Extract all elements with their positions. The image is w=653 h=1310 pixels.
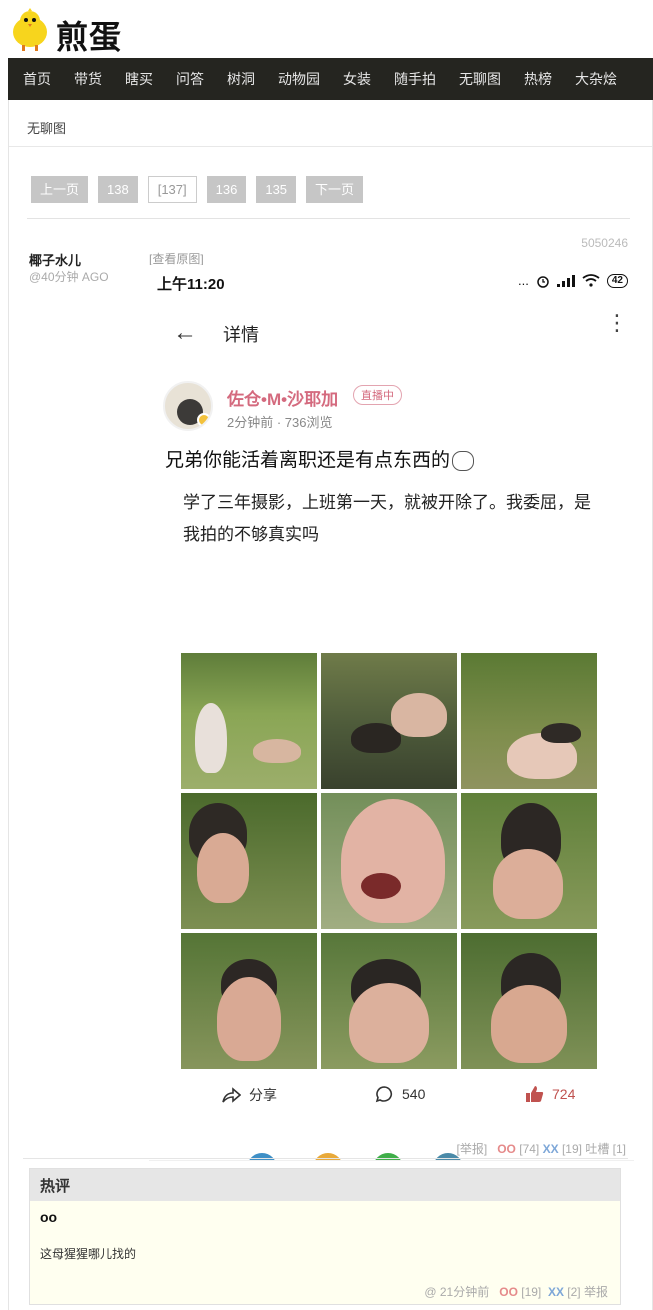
main-nav: 首页 带货 瞎买 问答 树洞 动物园 女装 随手拍 无聊图 热榜 大杂烩 (8, 58, 653, 100)
cat-emoji-icon (452, 450, 475, 471)
post-caption: 兄弟你能活着离职还是有点东西的 (165, 445, 475, 472)
post-meta: 2分钟前 · 736浏览 (227, 415, 333, 430)
nav-item-nvzhuang[interactable]: 女装 (343, 69, 371, 89)
next-page-button[interactable]: 下一页 (306, 176, 364, 203)
back-arrow-icon: ← (173, 319, 197, 346)
comment-oo-button[interactable]: OO (499, 1285, 518, 1299)
nav-item-home[interactable]: 首页 (23, 69, 51, 89)
thumbs-up-icon (526, 1086, 544, 1102)
photo-tile (461, 933, 597, 1069)
signal-icon (556, 274, 575, 287)
detail-title: 详情 (223, 325, 259, 345)
divider (9, 146, 652, 147)
post-id[interactable]: 5050246 (581, 236, 628, 250)
divider (23, 1158, 628, 1159)
share-icon (222, 1087, 241, 1103)
chick-logo-icon[interactable] (8, 8, 52, 52)
photo-tile (321, 653, 457, 789)
pagination: 上一页 138 [137] 136 135 下一页 (31, 176, 364, 203)
photo-tile (461, 653, 597, 789)
page-link[interactable]: 136 (206, 176, 247, 203)
comment-bubble-icon (375, 1086, 393, 1103)
status-time: 上午11:20 (157, 276, 225, 293)
like-action: 724 (525, 1085, 575, 1103)
more-options-icon: ⋮ (606, 310, 628, 335)
like-count: 724 (552, 1086, 576, 1102)
hot-comments-title: 热评 (30, 1169, 620, 1201)
more-status-icon: ... (518, 273, 529, 288)
photo-grid (181, 653, 597, 1069)
status-icons: ... 42 (518, 273, 628, 288)
comment-meta: @ 21分钟前 OO [19] XX [2] 举报 (424, 1283, 608, 1300)
post-time: @40分钟 AGO (29, 270, 109, 284)
nav-item-wuliaotu[interactable]: 无聊图 (459, 69, 501, 89)
detail-header: ← 详情 ⋮ (149, 310, 634, 353)
photo-tile (321, 933, 457, 1069)
oo-count: [74] (519, 1142, 540, 1156)
nav-item-daihuo[interactable]: 带货 (74, 69, 102, 89)
nav-item-shudong[interactable]: 树洞 (227, 69, 255, 89)
page-link[interactable]: 135 (256, 176, 297, 203)
content-frame: 无聊图 上一页 138 [137] 136 135 下一页 椰子水儿 @40分钟… (8, 100, 653, 1310)
photo-tile (321, 793, 457, 929)
verified-badge-icon (197, 413, 211, 427)
post-body: 学了三年摄影，上班第一天，就被开除了。我委屈，是我拍的不够真实吗 (183, 493, 591, 544)
comment-oo-count: [19] (521, 1285, 542, 1299)
comment-xx-count: [2] (567, 1285, 581, 1299)
battery-icon: 42 (606, 273, 628, 288)
post-author[interactable]: 椰子水儿 (29, 250, 81, 269)
photo-tile (181, 793, 317, 929)
alarm-icon (537, 275, 549, 288)
comment-action: 540 (375, 1085, 425, 1103)
wifi-icon (582, 274, 600, 287)
post-image[interactable]: 上午11:20 ... 42 ← 详情 ⋮ 佐仓•M•沙耶加 直播中 2分钟前 … (149, 265, 634, 1240)
tucao-link[interactable]: 吐槽 [1] (585, 1142, 626, 1156)
avatar (163, 381, 213, 431)
poster-name: 佐仓•M•沙耶加 (227, 390, 339, 409)
photo-tile (461, 793, 597, 929)
comment-report-link[interactable]: 举报 (584, 1285, 608, 1299)
share-action: 分享 (221, 1085, 277, 1105)
nav-item-xiamai[interactable]: 瞎买 (125, 69, 153, 89)
breadcrumb[interactable]: 无聊图 (27, 118, 66, 137)
hot-comments-box: 热评 oo 这母猩猩哪儿找的 @ 21分钟前 OO [19] XX [2] 举报 (29, 1168, 621, 1305)
comment-author[interactable]: oo (40, 1209, 57, 1225)
nav-item-dongwuyuan[interactable]: 动物园 (278, 69, 320, 89)
site-logo-text[interactable]: 煎蛋 (56, 12, 122, 58)
live-badge: 直播中 (353, 385, 402, 405)
nav-item-dazahui[interactable]: 大杂烩 (575, 69, 617, 89)
comment-time: @ 21分钟前 (424, 1285, 490, 1299)
share-label: 分享 (249, 1087, 277, 1103)
photo-tile (181, 653, 317, 789)
xx-count: [19] (561, 1142, 582, 1156)
report-link[interactable]: [举报] (457, 1142, 488, 1156)
screenshot-action-row: 分享 540 724 (149, 1081, 634, 1111)
comment-text: 这母猩猩哪儿找的 (40, 1247, 137, 1261)
site-header: 煎蛋 (0, 0, 653, 58)
comment-xx-button[interactable]: XX (548, 1285, 564, 1299)
photo-tile (181, 933, 317, 1069)
nav-item-wenda[interactable]: 问答 (176, 69, 204, 89)
post-vote-bar: [举报] OO [74] XX [19] 吐槽 [1] (457, 1140, 626, 1157)
divider (27, 218, 630, 219)
page-link[interactable]: 138 (98, 176, 138, 203)
nav-item-suishoupai[interactable]: 随手拍 (394, 69, 436, 89)
nav-item-rebang[interactable]: 热榜 (524, 69, 552, 89)
post-caption-text: 兄弟你能活着离职还是有点东西的 (165, 450, 451, 471)
oo-vote-button[interactable]: OO (497, 1142, 516, 1156)
xx-vote-button[interactable]: XX (543, 1142, 559, 1156)
prev-page-button[interactable]: 上一页 (31, 176, 89, 203)
current-page: [137] (147, 176, 197, 203)
comment-count: 540 (402, 1086, 426, 1102)
